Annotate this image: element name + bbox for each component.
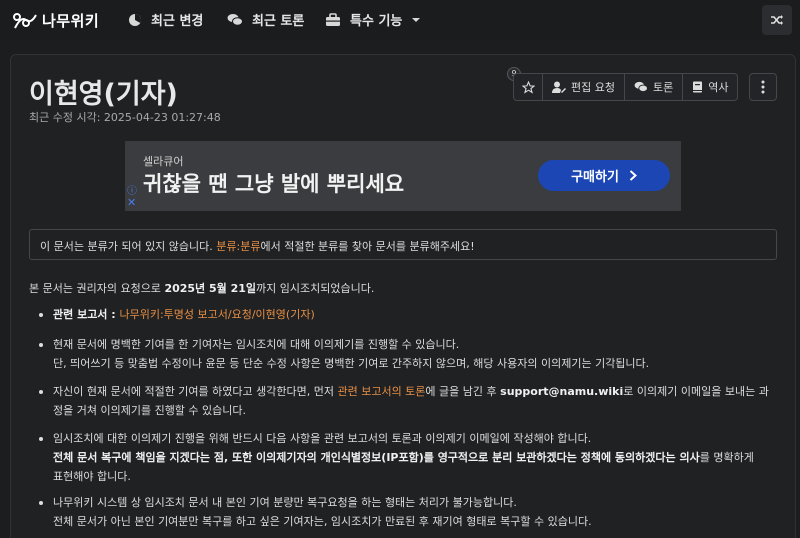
discussion-label: 토론 — [652, 81, 674, 94]
nav-recent-changes-label: 최근 변경 — [151, 14, 204, 29]
consent-requirement: 전체 문서 복구에 책임을 지겠다는 점, 또한 이의제기자의 개인식별정보(I… — [53, 451, 700, 464]
temporary-measure-intro: 본 문서는 권리자의 요청으로 2025년 5월 21일까지 임시조치되었습니다… — [29, 280, 374, 296]
last-modified-time: 최근 수정 시각: 2025-04-23 01:27:48 — [29, 111, 221, 124]
bullet — [39, 343, 43, 347]
chat-bubbles-icon — [227, 13, 243, 26]
nav-recent-discussions[interactable]: 최근 토론 — [227, 10, 304, 29]
support-email: support@namu.wiki — [500, 385, 624, 398]
namuwiki-logo[interactable]: 나무위키 — [12, 10, 99, 31]
related-report-link[interactable]: 나무위키:투명성 보고서/요청/이현영(기자) — [120, 308, 315, 321]
random-document-button[interactable] — [762, 5, 792, 35]
article-toolbar: 편집 요청 토론 역사 — [513, 73, 739, 101]
nav-special-functions-label: 특수 기능 — [350, 14, 403, 29]
list-item-text: 에 글을 남긴 후 — [425, 385, 501, 398]
list-item-text: 현재 문서에 명백한 기여를 한 기여자는 임시조치에 대해 이의제기를 진행할… — [53, 338, 460, 351]
ad-buy-button[interactable]: 구매하기 — [538, 160, 670, 191]
discussion-button[interactable]: 토론 — [624, 73, 684, 101]
intro-text-end: 까지 임시조치되었습니다. — [256, 282, 375, 295]
bullet — [39, 501, 43, 505]
shuffle-icon — [771, 15, 783, 25]
user-edit-icon — [552, 81, 566, 93]
ad-headline: 귀찮을 땐 그냥 발에 뿌리세요 — [143, 172, 405, 196]
related-report-label: 관련 보고서 : — [53, 308, 120, 321]
notice-category-link[interactable]: 분류:분류 — [216, 240, 260, 253]
advertisement-banner[interactable]: 셀라큐어 귀찮을 땐 그냥 발에 뿌리세요 구매하기 ⓘ ✕ — [125, 141, 681, 211]
star-button[interactable] — [513, 73, 543, 101]
edit-request-button[interactable]: 편집 요청 — [543, 73, 625, 101]
bullet — [39, 437, 43, 441]
notice-text-pre: 이 문서는 분류가 되어 있지 않습니다. — [40, 240, 217, 253]
nav-recent-changes[interactable]: 최근 변경 — [128, 10, 203, 29]
compass-icon — [129, 13, 142, 26]
list-item-text: 나무위키 시스템 상 임시조치 문서 내 본인 기여 분량만 복구요청을 하는 … — [53, 496, 517, 509]
more-options-button[interactable] — [749, 73, 777, 101]
nav-recent-discussions-label: 최근 토론 — [252, 14, 305, 29]
category-notice: 이 문서는 분류가 되어 있지 않습니다. 분류:분류에서 적절한 분류를 찾아… — [29, 229, 777, 260]
page-title: 이현영(기자) — [29, 79, 178, 110]
logo-text: 나무위키 — [42, 12, 100, 30]
list-item-text: 단, 띄어쓰기 등 맞춤법 수정이나 윤문 등 단순 수정 사항은 명백한 기여… — [53, 357, 650, 370]
list-item-text: 정을 거쳐 이의제기를 진행할 수 있습니다. — [53, 404, 247, 417]
list-item-text: 로 이의제기 이메일을 보내는 과 — [623, 385, 769, 398]
top-navbar: 나무위키 최근 변경 최근 토론 특수 기능 — [0, 0, 800, 40]
nav-special-functions[interactable]: 특수 기능 — [325, 10, 421, 29]
list-item-text: 자신이 현재 문서에 적절한 기여를 하였다고 생각한다면, 먼저 — [53, 385, 338, 398]
article-container: 이현영(기자) 최근 수정 시각: 2025-04-23 01:27:48 9 … — [10, 54, 796, 538]
edit-request-label: 편집 요청 — [571, 81, 615, 94]
history-button[interactable]: 역사 — [683, 73, 739, 101]
comments-icon — [634, 81, 648, 92]
ad-close-icon[interactable]: ✕ — [127, 197, 136, 208]
notice-text-post: 에서 적절한 분류를 찾아 문서를 분류해주세요! — [260, 240, 475, 253]
logo-tree-icon — [13, 12, 37, 28]
intro-text: 본 문서는 권리자의 요청으로 — [29, 282, 165, 295]
intro-date: 2025년 5월 21일 — [164, 282, 257, 295]
bullet — [39, 390, 43, 394]
report-discussion-link[interactable]: 관련 보고서의 토론 — [337, 385, 425, 398]
list-item-text: 표현해야 합니다. — [53, 470, 131, 483]
star-icon — [521, 80, 535, 94]
list-item-text: 를 명확하게 — [699, 451, 754, 464]
caret-down-icon — [412, 17, 421, 22]
chevron-right-icon — [629, 170, 637, 181]
ad-brand: 셀라큐어 — [143, 155, 184, 168]
history-label: 역사 — [708, 81, 729, 94]
bullet — [39, 313, 43, 317]
more-vertical-icon — [761, 80, 765, 94]
toolbox-icon — [326, 12, 340, 26]
list-item-text: 임시조치에 대한 이의제기 진행을 위해 반드시 다음 사항을 관련 보고서의 … — [53, 432, 592, 445]
book-icon — [693, 81, 703, 93]
ad-buy-label: 구매하기 — [571, 170, 619, 185]
list-item-text: 전체 문서가 아닌 본인 기여분만 복구를 하고 싶은 기여자는, 임시조치가 … — [53, 515, 592, 528]
